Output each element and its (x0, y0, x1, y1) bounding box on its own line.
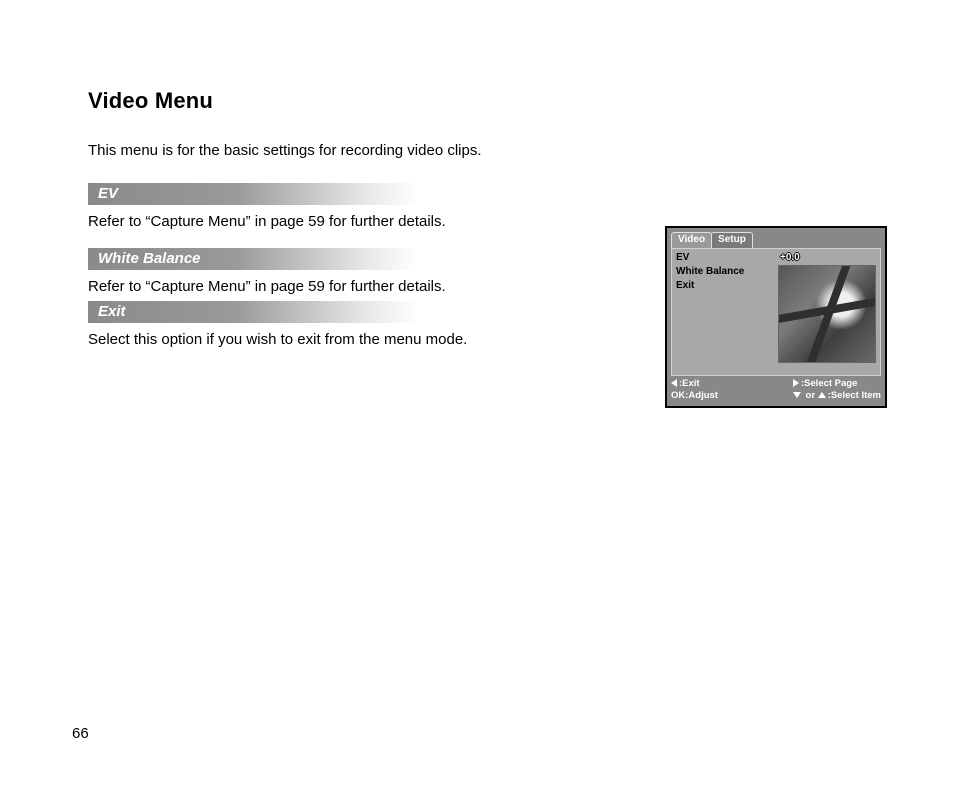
triangle-left-icon (671, 379, 677, 387)
section-heading-exit: Exit (88, 301, 418, 323)
camera-lcd-screenshot: Video Setup EV White Balance Exit +0.0 A… (665, 226, 887, 408)
lcd-hint-or: or (803, 390, 818, 401)
lcd-menu-item-wb[interactable]: White Balance (676, 265, 776, 279)
triangle-right-icon (793, 379, 799, 387)
lcd-hint-ok: OK:Adjust (671, 390, 718, 402)
lcd-footer: :Exit OK:Adjust :Select Page or :Select … (671, 378, 881, 402)
triangle-down-icon (793, 392, 801, 398)
lcd-footer-right: :Select Page or :Select Item (793, 378, 881, 402)
lcd-tab-bar: Video Setup (671, 232, 881, 248)
page-title: Video Menu (88, 88, 894, 114)
lcd-menu-labels: EV White Balance Exit (676, 251, 776, 293)
lcd-footer-left: :Exit OK:Adjust (671, 378, 718, 402)
lcd-menu-item-ev[interactable]: EV (676, 251, 776, 265)
lcd-menu-item-exit[interactable]: Exit (676, 279, 776, 293)
lcd-hint-exit: :Exit (679, 378, 700, 389)
section-heading-wb: White Balance (88, 248, 418, 270)
lcd-hint-select-page: :Select Page (801, 378, 858, 389)
lcd-body: EV White Balance Exit +0.0 Auto (671, 248, 881, 376)
lcd-hint-select-item: :Select Item (828, 390, 881, 401)
triangle-up-icon (818, 392, 826, 398)
lcd-tab-setup[interactable]: Setup (711, 232, 753, 249)
intro-text: This menu is for the basic settings for … (88, 142, 894, 159)
lcd-menu-value-ev: +0.0 (780, 251, 803, 265)
lcd-preview-image (778, 265, 876, 363)
section-heading-ev: EV (88, 183, 418, 205)
manual-page: Video Menu This menu is for the basic se… (0, 0, 954, 792)
lcd-tab-video[interactable]: Video (671, 232, 712, 249)
page-number: 66 (72, 725, 89, 742)
